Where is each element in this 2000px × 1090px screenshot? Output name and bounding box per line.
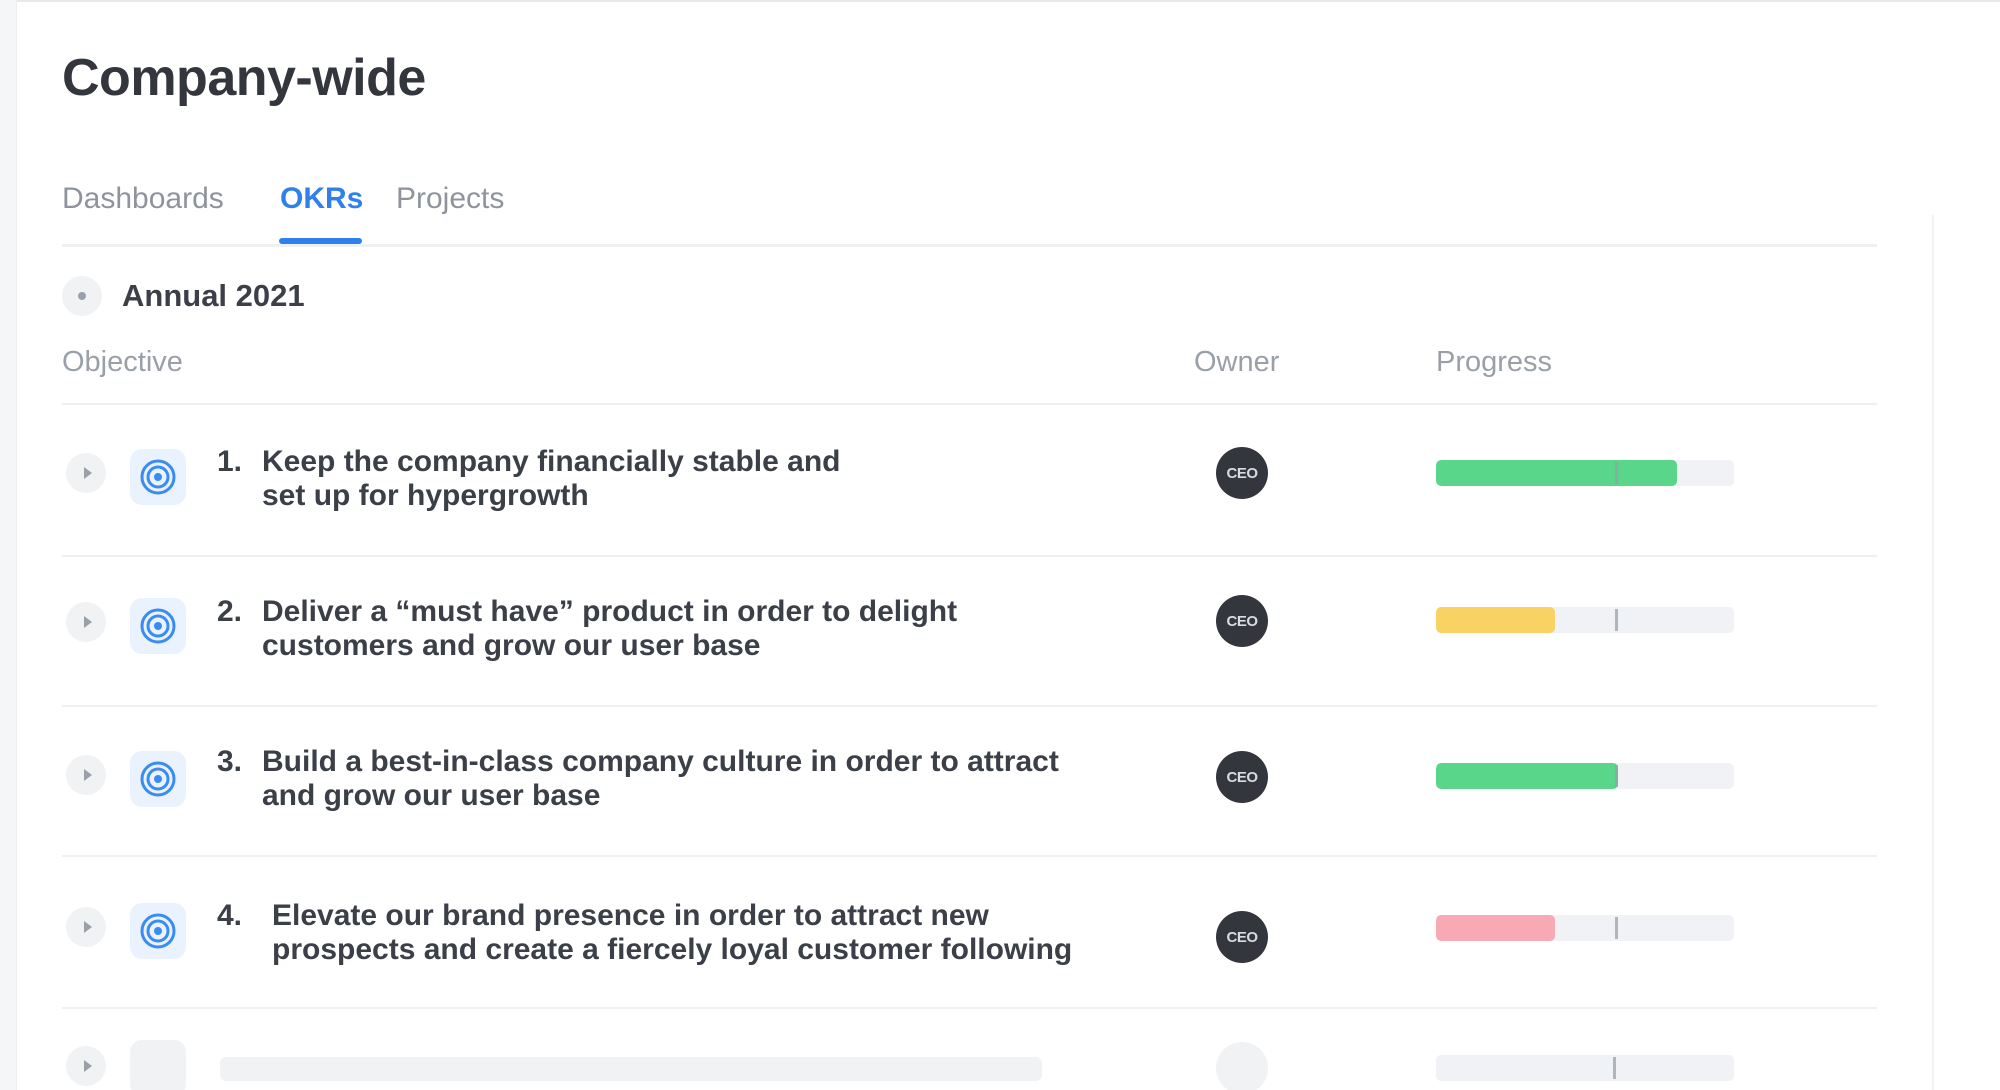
progress-bar [1436, 915, 1734, 941]
page-title: Company-wide [62, 49, 426, 107]
tab-bar: Dashboards OKRs Projects [62, 182, 1877, 247]
progress-bar [1436, 460, 1734, 486]
progress-expected-marker [1615, 917, 1618, 939]
loading-row [62, 1040, 1877, 1090]
owner-avatar[interactable]: CEO [1216, 751, 1268, 803]
skeleton-progress-placeholder [1436, 1055, 1734, 1081]
column-header-progress[interactable]: Progress [1436, 346, 1552, 379]
target-icon [130, 903, 186, 959]
objective-title[interactable]: Elevate our brand presence in order to a… [272, 899, 1192, 967]
objective-number: 3. [217, 745, 243, 778]
objective-title-line: prospects and create a fiercely loyal cu… [272, 933, 1073, 966]
objective-row[interactable]: 2. Deliver a “must have” product in orde… [62, 557, 1877, 707]
top-border [0, 0, 2000, 2]
objective-row[interactable]: 1. Keep the company financially stable a… [62, 405, 1877, 555]
skeleton-text-placeholder [220, 1057, 1042, 1081]
owner-avatar[interactable]: CEO [1216, 595, 1268, 647]
progress-bar [1436, 763, 1734, 789]
progress-expected-marker [1615, 462, 1618, 484]
row-expand-button[interactable] [66, 602, 106, 642]
objective-number: 4. [217, 899, 243, 932]
objective-title-line: Keep the company financially stable and [262, 445, 841, 478]
caret-right-icon [83, 467, 92, 479]
owner-avatar[interactable]: CEO [1216, 447, 1268, 499]
group-collapse-button[interactable] [62, 276, 102, 316]
objective-title[interactable]: Build a best-in-class company culture in… [262, 745, 1192, 813]
okr-page: Company-wide Dashboards OKRs Projects An… [0, 0, 2000, 1090]
skeleton-icon-placeholder [130, 1040, 186, 1090]
row-expand-button[interactable] [66, 1046, 106, 1086]
left-sidebar-edge [0, 0, 17, 1090]
target-icon [130, 449, 186, 505]
objective-number: 1. [217, 445, 243, 478]
progress-fill [1436, 915, 1555, 941]
progress-expected-marker [1615, 765, 1618, 787]
progress-expected-marker [1615, 609, 1618, 631]
dot-icon [78, 292, 86, 300]
target-icon [130, 598, 186, 654]
target-icon [130, 751, 186, 807]
caret-right-icon [83, 1060, 92, 1072]
owner-avatar[interactable]: CEO [1216, 911, 1268, 963]
progress-fill [1436, 607, 1555, 633]
objective-row[interactable]: 3. Build a best-in-class company culture… [62, 707, 1877, 857]
objective-title-line: Build a best-in-class company culture in… [262, 745, 1059, 778]
objective-title[interactable]: Deliver a “must have” product in order t… [262, 595, 1182, 663]
objective-title-line: customers and grow our user base [262, 629, 761, 662]
tab-projects[interactable]: Projects [396, 182, 504, 216]
caret-right-icon [83, 616, 92, 628]
tab-dashboards[interactable]: Dashboards [62, 182, 224, 216]
right-panel-edge [1932, 215, 1934, 1090]
skeleton-avatar-placeholder [1216, 1042, 1268, 1090]
progress-expected-marker [1613, 1057, 1616, 1079]
group-title: Annual 2021 [122, 278, 305, 313]
progress-fill [1436, 763, 1618, 789]
caret-right-icon [83, 921, 92, 933]
objective-row[interactable]: 4. Elevate our brand presence in order t… [62, 857, 1877, 1007]
row-divider [62, 1007, 1877, 1009]
objective-title-line: Deliver a “must have” product in order t… [262, 595, 958, 628]
column-header-objective[interactable]: Objective [62, 346, 183, 379]
progress-fill [1436, 460, 1677, 486]
row-expand-button[interactable] [66, 453, 106, 493]
objective-title-line: and grow our user base [262, 779, 601, 812]
active-tab-indicator [279, 238, 362, 244]
objective-title-line: Elevate our brand presence in order to a… [272, 899, 989, 932]
caret-right-icon [83, 769, 92, 781]
objective-title[interactable]: Keep the company financially stable and … [262, 445, 1182, 513]
objective-title-line: set up for hypergrowth [262, 479, 589, 512]
objective-number: 2. [217, 595, 243, 628]
tab-okrs[interactable]: OKRs [280, 182, 363, 216]
progress-bar [1436, 607, 1734, 633]
row-expand-button[interactable] [66, 755, 106, 795]
row-expand-button[interactable] [66, 907, 106, 947]
column-header-owner[interactable]: Owner [1194, 346, 1279, 379]
